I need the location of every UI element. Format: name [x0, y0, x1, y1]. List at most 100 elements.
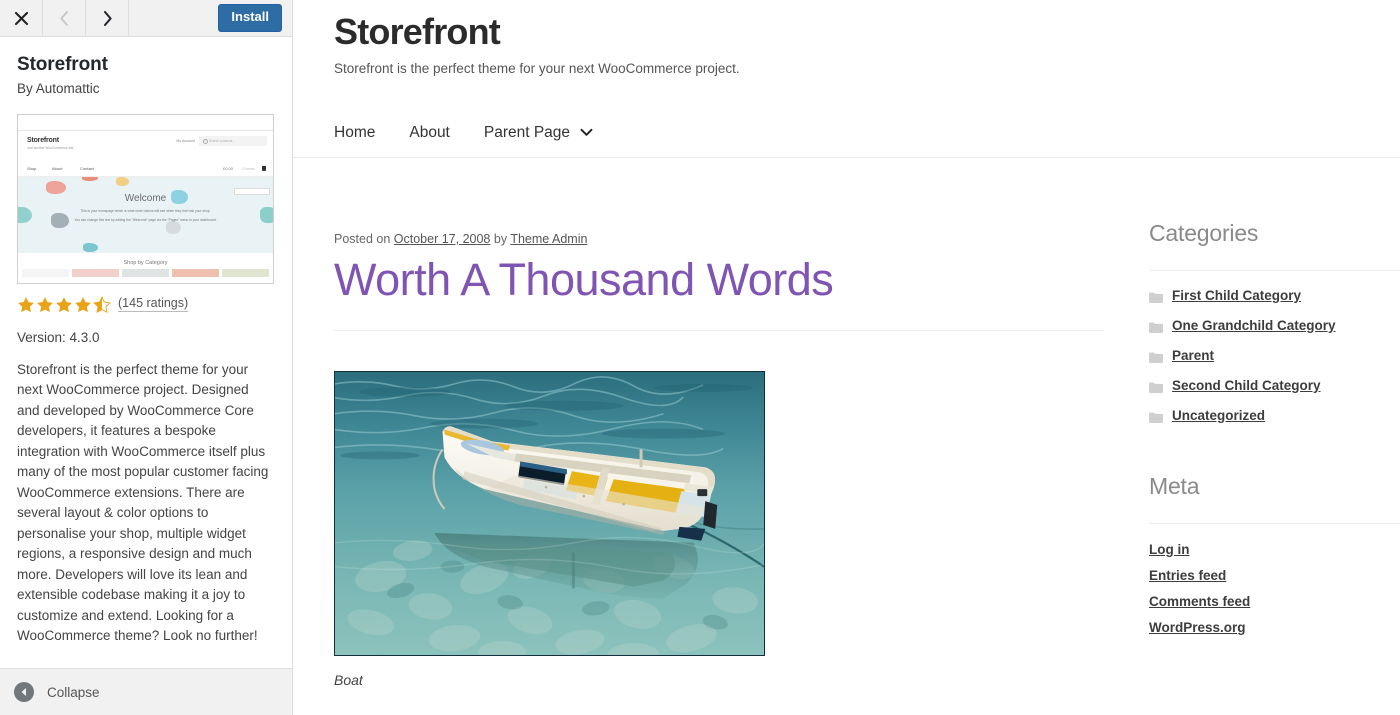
folder-icon [1149, 380, 1163, 393]
post-figure: Boat [334, 371, 1104, 688]
post-article: Posted on October 17, 2008 by Theme Admi… [334, 158, 1104, 688]
chevron-down-icon[interactable] [580, 124, 593, 142]
screenshot-product [122, 268, 169, 277]
screenshot-nav-shop: Shop [27, 165, 37, 171]
figure-caption: Boat [334, 672, 363, 689]
screenshot-cart-total: £0.00 [222, 165, 233, 171]
list-item[interactable]: Comments feed [1149, 593, 1400, 611]
rating-count-link[interactable]: (145 ratings) [118, 297, 189, 313]
screenshot-product-row [18, 268, 273, 277]
list-item[interactable]: WordPress.org [1149, 619, 1400, 637]
widget-meta: Meta Log in Entries feed Comments feed W… [1149, 473, 1400, 637]
meta-link-login[interactable]: Log in [1149, 542, 1190, 557]
category-link[interactable]: Uncategorized [1172, 408, 1265, 423]
list-item[interactable]: One Grandchild Category [1149, 318, 1400, 333]
screenshot-shop-section: Shop by Category [18, 252, 273, 277]
site-description: Storefront is the perfect theme for your… [334, 60, 740, 76]
screenshot-nav-contact: Contact [80, 165, 94, 171]
nav-item-label: Home [334, 123, 376, 141]
widget-divider [1149, 269, 1400, 271]
close-button[interactable] [0, 0, 43, 36]
list-item[interactable]: Log in [1149, 541, 1400, 559]
star-rating [17, 295, 111, 314]
panel-toolbar: Install [0, 0, 292, 37]
post-author-link[interactable]: Theme Admin [510, 232, 587, 246]
sidebar-widgets: Categories First Child Category One Gran… [1149, 158, 1400, 689]
folder-icon [1149, 320, 1163, 333]
meta-link-entries-feed[interactable]: Entries feed [1149, 568, 1226, 583]
screenshot-cart-icon [262, 165, 266, 171]
screenshot-tagline: Just another WooCommerce site [27, 145, 74, 150]
theme-version: Version: 4.3.0 [17, 329, 100, 345]
screenshot-section-title: Shop by Category [123, 259, 168, 266]
theme-name: Storefront [17, 54, 108, 75]
boat-photo[interactable] [334, 371, 765, 657]
nav-item-about[interactable]: About [409, 124, 450, 142]
star-half-icon [93, 295, 111, 314]
site-header: Storefront Storefront is the perfect the… [293, 0, 1400, 76]
content-area: Posted on October 17, 2008 by Theme Admi… [293, 158, 1400, 689]
chevron-left-icon [58, 10, 71, 27]
meta-link-comments-feed[interactable]: Comments feed [1149, 594, 1250, 609]
category-link[interactable]: First Child Category [1172, 288, 1301, 303]
screenshot-nav: Shop About Contact £0.00 0 items [18, 161, 273, 177]
screenshot-search-placeholder: Search products... [209, 138, 235, 143]
next-theme-button[interactable] [86, 0, 129, 36]
screenshot-product [222, 268, 269, 277]
widget-title: Meta [1149, 472, 1200, 499]
screenshot-hero-title: Welcome [124, 192, 167, 204]
list-item[interactable]: Parent [1149, 348, 1400, 363]
post-title[interactable]: Worth A Thousand Words [334, 254, 1104, 306]
screenshot-search-box: Search products... [199, 135, 267, 146]
screenshot-nav-about: About [52, 165, 63, 171]
theme-install-panel: Install Storefront By Automattic Storefr… [0, 0, 293, 715]
theme-description: Storefront is the perfect theme for your… [17, 361, 269, 644]
site-title[interactable]: Storefront [334, 12, 1400, 52]
close-icon [14, 11, 29, 26]
previous-theme-button[interactable] [43, 0, 86, 36]
collapse-button[interactable]: Collapse [0, 668, 292, 715]
screenshot-product [172, 268, 219, 277]
nav-item-label: About [409, 123, 450, 141]
install-button[interactable]: Install [218, 4, 282, 32]
meta-link-wordpress-org[interactable]: WordPress.org [1149, 620, 1246, 635]
theme-rating: (145 ratings) [17, 295, 275, 314]
screenshot-browser-bar [18, 114, 273, 131]
nav-item-parent-page[interactable]: Parent Page [484, 124, 593, 142]
hero-blob [82, 176, 98, 181]
star-filled-icon [55, 296, 73, 314]
widget-divider [1149, 522, 1400, 524]
star-filled-icon [17, 296, 35, 314]
category-link[interactable]: Second Child Category [1172, 378, 1321, 393]
install-button-wrap: Install [218, 0, 292, 36]
panel-body: Storefront By Automattic Storefront Just… [0, 37, 292, 668]
screenshot-product [72, 268, 119, 277]
collapse-label: Collapse [47, 684, 100, 700]
list-item[interactable]: Second Child Category [1149, 378, 1400, 393]
screenshot-hero-line2: You can change this text by editing the … [74, 217, 217, 222]
list-item[interactable]: Entries feed [1149, 567, 1400, 585]
post-meta: Posted on October 17, 2008 by Theme Admi… [334, 232, 1104, 246]
by-label: by [493, 231, 508, 246]
nav-item-home[interactable]: Home [334, 124, 375, 142]
hero-blob [83, 242, 98, 252]
theme-preview-frame: Storefront Storefront is the perfect the… [293, 0, 1400, 715]
hero-blob [166, 220, 181, 234]
category-link[interactable]: One Grandchild Category [1172, 318, 1336, 333]
collapse-arrow-icon [14, 682, 34, 702]
theme-author: By Automattic [17, 80, 100, 96]
screenshot-hero-line1: This is your homepage which is what most… [80, 208, 211, 213]
hero-blob [116, 176, 129, 186]
category-link[interactable]: Parent [1172, 348, 1214, 363]
primary-navigation: Home About Parent Page [293, 109, 1400, 157]
screenshot-logo: Storefront [27, 136, 59, 144]
widget-categories: Categories First Child Category One Gran… [1149, 220, 1400, 423]
folder-icon [1149, 410, 1163, 423]
theme-screenshot[interactable]: Storefront Just another WooCommerce site… [17, 113, 274, 284]
post-date-link[interactable]: October 17, 2008 [394, 232, 491, 246]
list-item[interactable]: First Child Category [1149, 288, 1400, 303]
list-item[interactable]: Uncategorized [1149, 408, 1400, 423]
star-filled-icon [74, 296, 92, 314]
folder-icon [1149, 290, 1163, 303]
